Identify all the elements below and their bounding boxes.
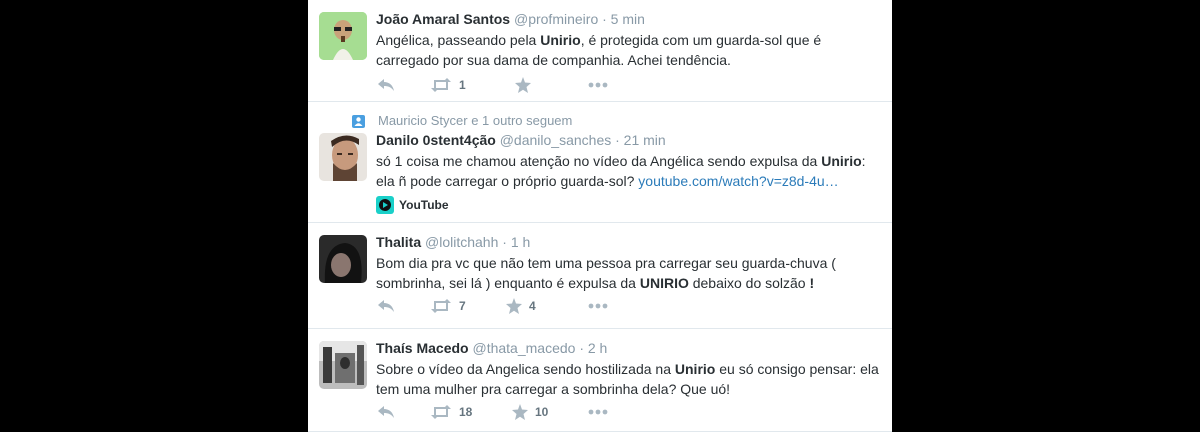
more-icon <box>588 82 608 88</box>
more-button[interactable] <box>588 402 608 422</box>
avatar[interactable] <box>319 341 367 389</box>
text-segment: Sobre o vídeo da Angelica sendo hostiliz… <box>376 361 675 377</box>
more-icon <box>588 409 608 415</box>
tweet-time[interactable]: · 21 min <box>615 132 666 148</box>
tweet-actions: 1 <box>376 75 876 95</box>
more-button[interactable] <box>588 75 608 95</box>
text-segment: Angélica, passeando pela <box>376 32 541 48</box>
favorite-button[interactable]: 4 <box>506 296 536 316</box>
favorite-count: 4 <box>529 299 536 313</box>
user-handle[interactable]: @lolitchahh <box>425 234 498 250</box>
retweet-icon <box>431 299 451 313</box>
text-keyword: Unirio <box>540 32 581 48</box>
more-icon <box>588 303 608 309</box>
tweet-header: Thaís Macedo @thata_macedo · 2 h <box>376 339 880 357</box>
more-button[interactable] <box>588 296 608 316</box>
tweet[interactable]: Thaís Macedo @thata_macedo · 2 h Sobre o… <box>308 329 892 432</box>
tweet-header: Thalita @lolitchahh · 1 h <box>376 233 880 251</box>
favorite-count: 10 <box>535 405 549 419</box>
retweet-icon <box>431 405 451 419</box>
text-segment: só 1 coisa me chamou atenção no vídeo da… <box>376 153 822 169</box>
text-keyword: ! <box>809 275 815 291</box>
retweet-button[interactable]: 1 <box>430 75 466 95</box>
avatar[interactable] <box>319 12 367 60</box>
retweet-button[interactable]: 7 <box>430 296 466 316</box>
user-handle[interactable]: @danilo_sanches <box>500 132 612 148</box>
user-fullname[interactable]: João Amaral Santos <box>376 11 510 27</box>
user-fullname[interactable]: Thalita <box>376 234 421 250</box>
card-label: YouTube <box>399 198 449 212</box>
text-segment: debaixo do solzão <box>688 275 810 291</box>
tweet-time[interactable]: · 2 h <box>579 340 607 356</box>
user-handle[interactable]: @profmineiro <box>514 11 598 27</box>
reply-button[interactable] <box>377 402 395 422</box>
retweet-icon <box>431 78 451 92</box>
text-keyword: Unirio <box>674 361 716 377</box>
user-fullname[interactable]: Thaís Macedo <box>376 340 469 356</box>
tweet-actions: 18 10 <box>376 402 876 422</box>
favorite-button[interactable] <box>515 75 531 95</box>
retweet-button[interactable]: 18 <box>430 402 472 422</box>
favorite-icon <box>515 77 531 93</box>
retweet-count: 18 <box>459 405 473 419</box>
tweet[interactable]: Thalita @lolitchahh · 1 h Bom dia pra vc… <box>308 223 892 329</box>
reply-icon <box>378 79 394 91</box>
text-keyword: Unirio <box>821 153 862 169</box>
tweet-header: Danilo 0stent4ção @danilo_sanches · 21 m… <box>376 131 880 149</box>
reply-icon <box>378 300 394 312</box>
tweet-text: Sobre o vídeo da Angelica sendo hostiliz… <box>376 359 880 399</box>
tweet-link[interactable]: youtube.com/watch?v=z8d-4u… <box>638 173 838 189</box>
tweet-time[interactable]: · 5 min <box>602 11 645 27</box>
user-handle[interactable]: @thata_macedo <box>472 340 575 356</box>
follow-context-icon <box>352 114 365 128</box>
favorite-icon <box>506 298 522 314</box>
reply-icon <box>378 406 394 418</box>
tweet[interactable]: João Amaral Santos @profmineiro · 5 min … <box>308 0 892 102</box>
reply-button[interactable] <box>377 75 395 95</box>
tweet-time[interactable]: · 1 h <box>502 234 530 250</box>
favorite-icon <box>512 404 528 420</box>
tweet-header: João Amaral Santos @profmineiro · 5 min <box>376 10 880 28</box>
tweet-actions: 7 4 <box>376 296 876 316</box>
timeline: João Amaral Santos @profmineiro · 5 min … <box>308 0 892 432</box>
tweet[interactable]: Mauricio Stycer e 1 outro seguem Danilo … <box>308 102 892 223</box>
tweet-text: Angélica, passeando pela Unirio, é prote… <box>376 30 880 70</box>
retweet-count: 1 <box>459 78 466 92</box>
text-keyword: UNIRIO <box>639 275 689 291</box>
tweet-text: Bom dia pra vc que não tem uma pessoa pr… <box>376 253 880 293</box>
retweet-count: 7 <box>459 299 466 313</box>
reply-button[interactable] <box>377 296 395 316</box>
follow-context-text[interactable]: Mauricio Stycer e 1 outro seguem <box>378 113 572 129</box>
avatar[interactable] <box>319 235 367 283</box>
avatar[interactable] <box>319 133 367 181</box>
user-fullname[interactable]: Danilo 0stent4ção <box>376 132 496 148</box>
favorite-button[interactable]: 10 <box>512 402 548 422</box>
youtube-card[interactable]: YouTube <box>376 196 449 214</box>
tweet-text: só 1 coisa me chamou atenção no vídeo da… <box>376 151 880 191</box>
follow-context: Mauricio Stycer e 1 outro seguem <box>352 113 572 129</box>
youtube-icon <box>376 196 394 214</box>
